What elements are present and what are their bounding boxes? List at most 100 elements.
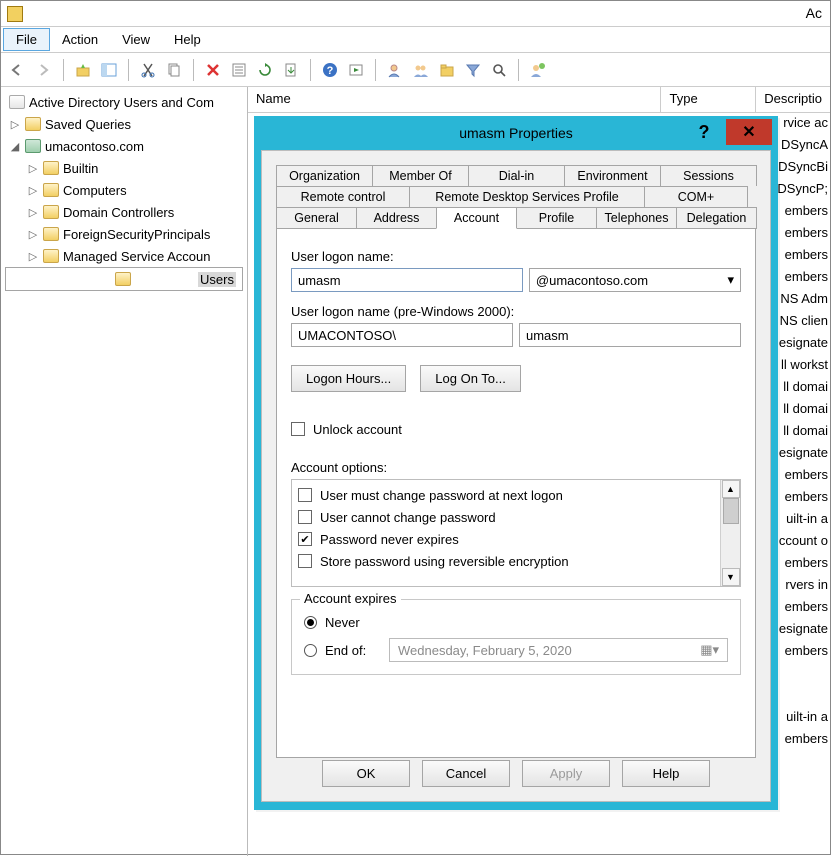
- expires-never-radio[interactable]: [304, 616, 317, 629]
- tree-builtin[interactable]: ▷ Builtin: [5, 157, 243, 179]
- tab-dial-in[interactable]: Dial-in: [468, 165, 565, 186]
- expires-date-picker[interactable]: Wednesday, February 5, 2020 ▦▾: [389, 638, 728, 662]
- options-scrollbar[interactable]: ▲ ▼: [720, 480, 740, 586]
- cancel-button[interactable]: Cancel: [422, 760, 510, 787]
- expander-icon[interactable]: ◢: [9, 140, 21, 153]
- account-option[interactable]: User cannot change password: [298, 506, 714, 528]
- tree-saved-queries[interactable]: ▷ Saved Queries: [5, 113, 243, 135]
- account-expires-legend: Account expires: [300, 591, 401, 606]
- tab-organization[interactable]: Organization: [276, 165, 373, 186]
- upn-suffix-dropdown[interactable]: @umacontoso.com ▾: [529, 268, 741, 292]
- account-option-checkbox[interactable]: [298, 554, 312, 568]
- expander-icon[interactable]: ▷: [27, 228, 39, 241]
- expires-endof-label: End of:: [325, 643, 381, 658]
- tab-profile[interactable]: Profile: [516, 207, 597, 229]
- new-group-button[interactable]: [410, 59, 432, 81]
- tab-general[interactable]: General: [276, 207, 357, 229]
- tab-telephones[interactable]: Telephones: [596, 207, 677, 229]
- properties-button[interactable]: [228, 59, 250, 81]
- account-option-checkbox[interactable]: [298, 510, 312, 524]
- nav-back-button[interactable]: [7, 59, 29, 81]
- delete-button[interactable]: [202, 59, 224, 81]
- toolbar: ?: [1, 53, 830, 87]
- account-option-checkbox[interactable]: ✔: [298, 532, 312, 546]
- menu-file[interactable]: File: [3, 28, 50, 51]
- tab-account[interactable]: Account: [436, 207, 517, 229]
- tree-domain[interactable]: ◢ umacontoso.com: [5, 135, 243, 157]
- tab-sessions[interactable]: Sessions: [660, 165, 757, 186]
- tab-environment[interactable]: Environment: [564, 165, 661, 186]
- account-option-label: Password never expires: [320, 532, 459, 547]
- find-button[interactable]: [488, 59, 510, 81]
- tree-fsp[interactable]: ▷ ForeignSecurityPrincipals: [5, 223, 243, 245]
- dialog-help-button[interactable]: ?: [684, 119, 724, 145]
- account-option-label: Store password using reversible encrypti…: [320, 554, 569, 569]
- tab-member-of[interactable]: Member Of: [372, 165, 469, 186]
- tree-users[interactable]: Users: [5, 267, 243, 291]
- account-option-label: User cannot change password: [320, 510, 496, 525]
- svg-text:?: ?: [327, 65, 334, 77]
- add-to-group-button[interactable]: [527, 59, 549, 81]
- account-option[interactable]: Store password using reversible encrypti…: [298, 550, 714, 572]
- menu-action[interactable]: Action: [50, 29, 110, 50]
- refresh-button[interactable]: [254, 59, 276, 81]
- expander-icon[interactable]: ▷: [27, 250, 39, 263]
- account-option[interactable]: ✔ Password never expires: [298, 528, 714, 550]
- account-option-checkbox[interactable]: [298, 488, 312, 502]
- tree-label: Users: [198, 272, 236, 287]
- tree-root[interactable]: Active Directory Users and Com: [5, 91, 243, 113]
- tab-remote-control[interactable]: Remote control: [276, 186, 410, 207]
- expander-icon[interactable]: ▷: [9, 118, 21, 131]
- tree-label: ForeignSecurityPrincipals: [63, 227, 210, 242]
- menu-view[interactable]: View: [110, 29, 162, 50]
- account-option[interactable]: User must change password at next logon: [298, 484, 714, 506]
- dialog-titlebar[interactable]: umasm Properties ? ✕: [254, 116, 778, 150]
- expander-icon[interactable]: ▷: [27, 206, 39, 219]
- logon-hours-button[interactable]: Logon Hours...: [291, 365, 406, 392]
- domain-icon: [25, 139, 41, 153]
- tab-address[interactable]: Address: [356, 207, 437, 229]
- folder-icon: [43, 205, 59, 219]
- tree-label: Domain Controllers: [63, 205, 174, 220]
- expander-icon[interactable]: ▷: [27, 162, 39, 175]
- expander-icon[interactable]: ▷: [27, 184, 39, 197]
- scroll-up-button[interactable]: ▲: [722, 480, 740, 498]
- cut-button[interactable]: [137, 59, 159, 81]
- folder-icon: [43, 161, 59, 175]
- export-button[interactable]: [280, 59, 302, 81]
- tab-panel-account: User logon name: @umacontoso.com ▾ User …: [276, 228, 756, 758]
- tree-domain-controllers[interactable]: ▷ Domain Controllers: [5, 201, 243, 223]
- run-button[interactable]: [345, 59, 367, 81]
- new-ou-button[interactable]: [436, 59, 458, 81]
- col-type[interactable]: Type: [661, 87, 756, 112]
- up-level-button[interactable]: [72, 59, 94, 81]
- unlock-account-checkbox[interactable]: [291, 422, 305, 436]
- col-desc[interactable]: Descriptio: [756, 87, 830, 112]
- tab-delegation[interactable]: Delegation: [676, 207, 757, 229]
- logon-name-input[interactable]: [291, 268, 523, 292]
- tree-computers[interactable]: ▷ Computers: [5, 179, 243, 201]
- nav-forward-button[interactable]: [33, 59, 55, 81]
- scroll-thumb[interactable]: [723, 498, 739, 524]
- menu-help[interactable]: Help: [162, 29, 213, 50]
- copy-button[interactable]: [163, 59, 185, 81]
- tree-label: umacontoso.com: [45, 139, 144, 154]
- dialog-close-button[interactable]: ✕: [726, 119, 772, 145]
- tab-com-[interactable]: COM+: [644, 186, 748, 207]
- show-hide-tree-button[interactable]: [98, 59, 120, 81]
- new-user-button[interactable]: [384, 59, 406, 81]
- ok-button[interactable]: OK: [322, 760, 410, 787]
- calendar-dropdown-icon: ▦▾: [700, 642, 719, 658]
- apply-button[interactable]: Apply: [522, 760, 610, 787]
- pre2000-user-input[interactable]: [519, 323, 741, 347]
- tree-msa[interactable]: ▷ Managed Service Accoun: [5, 245, 243, 267]
- scroll-down-button[interactable]: ▼: [722, 568, 740, 586]
- help-button[interactable]: Help: [622, 760, 710, 787]
- log-on-to-button[interactable]: Log On To...: [420, 365, 521, 392]
- expires-endof-radio[interactable]: [304, 644, 317, 657]
- help-button[interactable]: ?: [319, 59, 341, 81]
- filter-button[interactable]: [462, 59, 484, 81]
- tree-label: Builtin: [63, 161, 98, 176]
- tab-remote-desktop-services-profile[interactable]: Remote Desktop Services Profile: [409, 186, 645, 207]
- col-name[interactable]: Name: [248, 87, 661, 112]
